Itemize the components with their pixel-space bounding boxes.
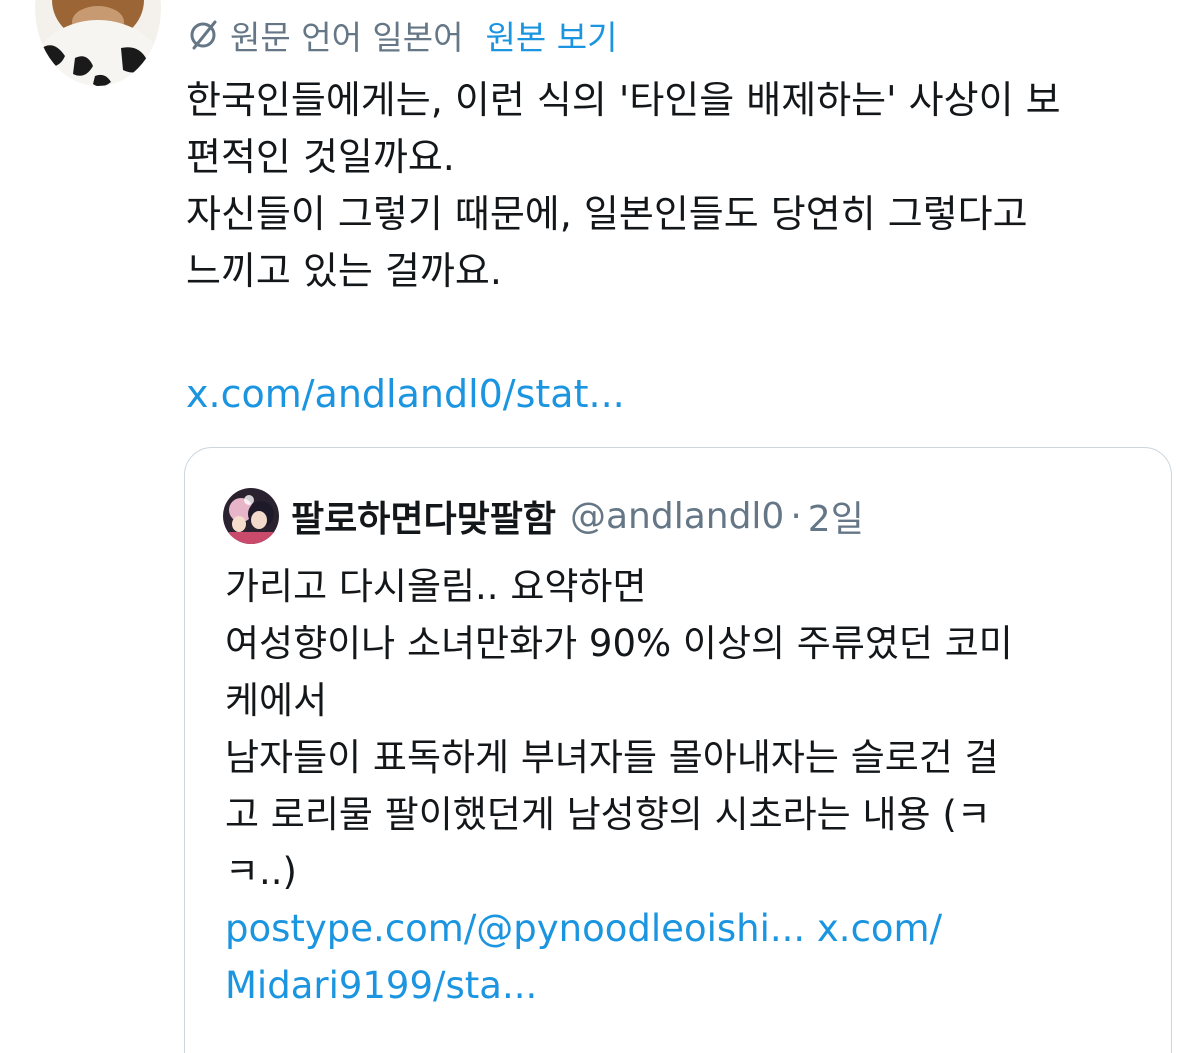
quoted-links-line[interactable]: Midari9199/sta... <box>225 957 1145 1014</box>
quoted-author-name[interactable]: 팔로하면다맞팔함 <box>291 490 556 542</box>
tweet-link[interactable]: x.com/andlandl0/stat... <box>186 366 625 423</box>
tweet-text-line: 느끼고 있는 걸까요. <box>186 249 502 293</box>
author-avatar[interactable] <box>35 0 161 86</box>
tweet-text-line: 편적인 것일까요. <box>186 135 455 179</box>
quoted-text-line: 남자들이 표독하게 부녀자들 몰아내자는 슬로건 걸 <box>225 736 999 779</box>
quoted-text-line: 고 로리물 팔이했던게 남성향의 시초라는 내용 (ㅋ <box>225 793 991 836</box>
tweet-text: 한국인들에게는, 이런 식의 '타인을 배제하는' 사상이 보 편적인 것일까요… <box>186 72 1176 300</box>
separator-dot: · <box>790 495 802 537</box>
translation-bar: 원문 언어 일본어 원본 보기 <box>186 12 617 58</box>
tweet-detail-view: 원문 언어 일본어 원본 보기 한국인들에게는, 이런 식의 '타인을 배제하는… <box>0 0 1200 1053</box>
quoted-text-line: ㅋ..) <box>225 850 297 893</box>
quoted-text-line: 여성향이나 소녀만화가 90% 이상의 주류였던 코미 <box>225 622 1013 665</box>
quoted-author-avatar[interactable] <box>223 488 279 544</box>
quoted-author-handle[interactable]: @andlandl0 <box>570 496 784 537</box>
globe-icon <box>186 18 220 52</box>
quoted-text-line: 가리고 다시올림.. 요약하면 <box>225 565 647 608</box>
view-original-link[interactable]: 원본 보기 <box>486 11 618 59</box>
tweet-text-line: 자신들이 그렇기 때문에, 일본인들도 당연히 그렇다고 <box>186 192 1028 236</box>
quoted-tweet-header: 팔로하면다맞팔함 @andlandl0 · 2일 <box>223 488 864 544</box>
quoted-tweet-time[interactable]: 2일 <box>808 490 864 542</box>
translation-label: 원문 언어 일본어 <box>230 18 464 57</box>
quoted-links-line[interactable]: postype.com/@pynoodleoishi... x.com/ <box>225 900 1145 957</box>
quoted-tweet-card[interactable]: 팔로하면다맞팔함 @andlandl0 · 2일 가리고 다시올림.. 요약하면… <box>184 447 1172 1053</box>
tweet-text-line: 한국인들에게는, 이런 식의 '타인을 배제하는' 사상이 보 <box>186 78 1061 122</box>
quoted-text-line: 케에서 <box>225 679 328 722</box>
quoted-tweet-text: 가리고 다시올림.. 요약하면 여성향이나 소녀만화가 90% 이상의 주류였던… <box>225 558 1145 1014</box>
